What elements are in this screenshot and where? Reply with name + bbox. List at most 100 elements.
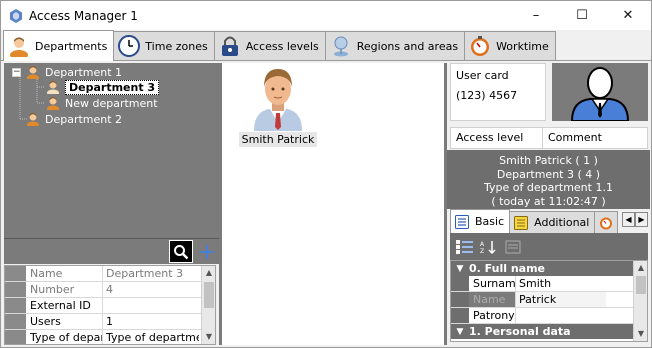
employee-name: Smith Patrick — [238, 132, 318, 147]
category-full-name[interactable]: ▼ 0. Full name — [451, 261, 647, 276]
property-row[interactable]: Patronymic — [451, 308, 647, 324]
property-row[interactable]: Users 1 — [5, 314, 215, 330]
scroll-thumb[interactable] — [636, 276, 646, 294]
scroll-thumb[interactable] — [204, 282, 214, 308]
department-icon — [47, 97, 59, 110]
employee-card[interactable]: Smith Patrick — [238, 65, 318, 147]
property-value[interactable]: 4 — [103, 282, 199, 297]
plus-icon — [200, 244, 214, 259]
user-photo[interactable] — [552, 63, 648, 121]
property-row[interactable]: Number 4 — [5, 282, 215, 298]
stopwatch-icon — [600, 217, 613, 229]
tab-departments[interactable]: Departments — [3, 30, 115, 61]
window-title: Access Manager 1 — [29, 8, 138, 23]
tab-basic[interactable]: Basic — [450, 209, 511, 233]
grid-scrollbar[interactable]: ▲ ▼ — [633, 261, 647, 341]
details-toolbar: A Z — [450, 233, 648, 260]
user-card-value: (123) 4567 — [456, 89, 518, 102]
employee-view[interactable]: Smith Patrick — [222, 63, 444, 345]
tree-item-new-department[interactable]: New department — [46, 95, 158, 111]
column-header-access-level[interactable]: Access level — [451, 128, 543, 148]
property-row[interactable]: Type of department Type of department — [5, 330, 215, 344]
scroll-up-icon[interactable]: ▲ — [202, 266, 215, 280]
stopwatch-icon — [469, 35, 491, 57]
title-bar: Access Manager 1 – ☐ ✕ — [1, 1, 651, 30]
padlock-icon — [219, 35, 241, 57]
tab-regions-and-areas[interactable]: Regions and areas — [324, 31, 466, 60]
chevron-down-icon[interactable]: ▼ — [451, 327, 469, 337]
categorized-view-button[interactable] — [456, 239, 474, 255]
category-label: 0. Full name — [469, 262, 546, 275]
property-value[interactable]: Department 3 — [103, 266, 199, 281]
tab-label: Access levels — [245, 39, 319, 53]
search-button[interactable] — [169, 240, 193, 263]
property-value[interactable]: Type of department — [103, 330, 199, 344]
employee-properties-grid[interactable]: ▼ 0. Full name Surname Smith Name Patric… — [450, 260, 648, 342]
user-card[interactable]: User card (123) 4567 — [450, 63, 546, 121]
main-tab-strip: Departments Time zones Access levels Reg… — [1, 30, 651, 61]
property-row[interactable]: Surname Smith — [451, 276, 647, 292]
property-row[interactable]: Name Department 3 — [5, 266, 215, 282]
department-properties-grid[interactable]: Name Department 3 Number 4 External ID U… — [4, 265, 216, 345]
tab-scroll-left-icon[interactable]: ◀ — [622, 212, 635, 227]
close-button[interactable]: ✕ — [605, 1, 651, 30]
property-value[interactable]: Patrick — [516, 292, 606, 307]
tree-item-department-1[interactable]: − Department 1 — [12, 64, 122, 80]
department-tree[interactable]: − Department 1 Department 3 New departme… — [4, 63, 219, 238]
categorized-icon — [456, 239, 473, 254]
tree-item-label: Department 1 — [45, 65, 123, 79]
scroll-down-icon[interactable]: ▼ — [202, 330, 215, 344]
maximize-button[interactable]: ☐ — [559, 1, 605, 30]
access-level-table-header: Access level Comment — [450, 127, 648, 149]
tab-scroll-right-icon[interactable]: ▶ — [635, 212, 648, 227]
chevron-down-icon[interactable]: ▼ — [451, 264, 469, 274]
tab-label: Basic — [475, 215, 505, 228]
property-name: Number — [26, 282, 103, 297]
info-line: Type of department 1.1 — [484, 181, 613, 194]
sort-alphabetical-button[interactable]: A Z — [480, 239, 498, 255]
details-panel: User card (123) 4567 Access level Commen… — [447, 63, 650, 345]
property-name: Surname — [469, 276, 516, 291]
column-header-comment[interactable]: Comment — [543, 128, 602, 148]
collapse-expander-icon[interactable]: − — [12, 67, 21, 77]
pin-icon — [330, 35, 352, 57]
tab-time-zones[interactable]: Time zones — [113, 31, 215, 60]
svg-text:Z: Z — [480, 248, 484, 254]
svg-text:A: A — [480, 241, 485, 248]
tree-item-department-2[interactable]: Department 2 — [26, 111, 122, 127]
department-icon — [47, 81, 59, 94]
tab-scroll-buttons: ◀ ▶ — [622, 212, 648, 227]
scroll-up-icon[interactable]: ▲ — [634, 261, 647, 275]
info-line: Department 3 ( 4 ) — [496, 167, 601, 181]
tree-item-label: New department — [65, 96, 158, 110]
property-name: Users — [26, 314, 103, 329]
tree-item-label: Department 2 — [45, 112, 123, 126]
property-value[interactable]: Smith — [516, 276, 606, 291]
department-icon — [27, 66, 39, 79]
tab-worktime[interactable]: Worktime — [464, 31, 556, 60]
property-value[interactable] — [516, 308, 606, 323]
tab-worktime-details[interactable] — [594, 211, 619, 233]
property-pages-icon — [505, 240, 521, 253]
person-icon — [8, 35, 30, 57]
search-icon — [174, 244, 189, 259]
app-logo-icon — [10, 8, 22, 23]
info-line: ( today at 11:02:47 ) — [491, 194, 606, 208]
property-row[interactable]: Name Patrick — [451, 292, 647, 308]
tree-toolbar — [4, 238, 219, 264]
property-value[interactable]: 1 — [103, 314, 199, 329]
tree-item-department-3[interactable]: Department 3 — [46, 79, 160, 95]
property-name: Patronymic — [469, 308, 516, 323]
category-personal-data[interactable]: ▼ 1. Personal data — [451, 324, 647, 339]
category-label: 1. Personal data — [469, 325, 571, 338]
minimize-button[interactable]: – — [513, 1, 559, 30]
property-value[interactable] — [103, 298, 199, 313]
property-pages-button[interactable] — [504, 239, 522, 255]
add-button[interactable] — [196, 240, 218, 263]
tab-access-levels[interactable]: Access levels — [213, 31, 326, 60]
sort-az-icon: A Z — [480, 240, 496, 254]
tab-additional[interactable]: Additional — [509, 211, 596, 233]
properties-scrollbar[interactable]: ▲ ▼ — [201, 266, 215, 344]
property-row[interactable]: External ID — [5, 298, 215, 314]
scroll-down-icon[interactable]: ▼ — [634, 327, 647, 341]
